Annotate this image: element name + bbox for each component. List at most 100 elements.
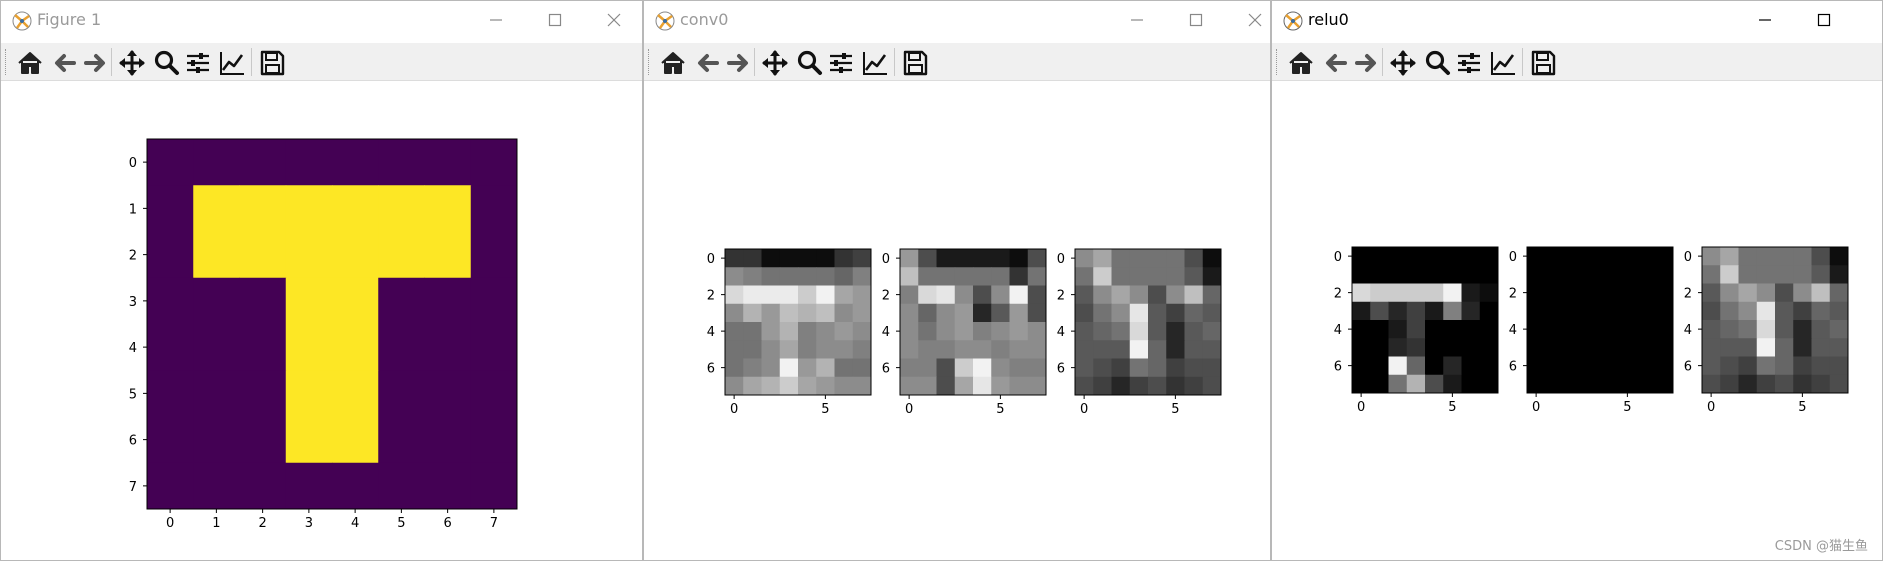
heatmap-cell [1027,249,1047,268]
heatmap-cell [1636,283,1656,303]
heatmap-cell [1793,338,1812,357]
heatmap-cell [470,462,518,510]
heatmap-cell [1027,322,1047,341]
heatmap-cell [1756,301,1776,321]
heatmap-cell [1636,374,1656,394]
heatmap-cell [470,277,518,325]
heatmap-cell [1600,338,1619,357]
y-tick-label: 2 [1509,287,1517,302]
heatmap-cell [1720,265,1739,284]
heatmap-cell [1563,338,1583,357]
heatmap-cell [378,462,425,510]
heatmap-cell [1829,301,1849,321]
heatmap-cell [285,462,333,510]
heatmap-cell [761,267,781,286]
heatmap-cell [1111,358,1131,378]
watermark: CSDN @猫生鱼 [1774,539,1868,554]
heatmap-cell [1202,285,1222,305]
heatmap-cell [1443,247,1462,266]
heatmap-cell [725,285,744,305]
heatmap-cell [239,370,287,417]
y-tick-label: 7 [129,480,137,495]
x-tick-label: 1 [212,516,220,531]
heatmap-cell [725,340,744,359]
heatmap-cell [378,370,425,417]
heatmap-cell [1166,340,1185,359]
heatmap-cell [1600,247,1619,266]
heatmap-cell [779,322,799,341]
heatmap-cell [1702,247,1721,266]
heatmap-cell [1618,374,1637,394]
heatmap-cell [1129,340,1149,359]
heatmap-cell [918,249,937,268]
heatmap-cell [798,340,817,359]
heatmap-cell [1009,358,1029,378]
heatmap-cell [798,267,817,286]
heatmap-cell [1075,376,1094,396]
heatmap-cell [1654,301,1674,321]
heatmap-cell [1370,374,1389,394]
heatmap-cell [834,322,854,341]
heatmap-cell [779,303,799,323]
heatmap-cell [1600,265,1619,284]
heatmap-cell [1425,356,1444,376]
heatmap-cell [1129,249,1149,268]
y-tick-label: 2 [707,289,715,304]
heatmap-cell [1720,374,1739,394]
heatmap-cell [1618,356,1637,376]
heatmap-cell [1202,303,1222,323]
heatmap-cell [147,416,194,464]
heatmap-cell [991,249,1010,268]
heatmap-cell [1618,247,1637,266]
y-tick-label: 1 [129,202,137,217]
heatmap-panel: 0 5 0 2 4 6 [1509,246,1674,415]
heatmap-cell [1738,356,1758,376]
heatmap-cell [852,376,872,396]
heatmap-cell [1166,322,1185,341]
heatmap-cell [1352,338,1371,357]
heatmap-cell [332,462,379,510]
heatmap-cell [1425,247,1444,266]
heatmap-cell [1093,322,1112,341]
heatmap-cell [1479,301,1499,321]
heatmap-cell [1027,376,1047,396]
heatmap-cell [1793,265,1812,284]
heatmap-cell [470,416,518,464]
heatmap-cell [470,370,518,417]
heatmap-cell [1093,340,1112,359]
heatmap-cell [1370,283,1389,303]
heatmap-cell [193,139,240,186]
heatmap-cell [470,139,518,186]
heatmap-cell [332,231,379,279]
heatmap-cell [1738,265,1758,284]
heatmap-cell [1027,358,1047,378]
heatmap-cell [900,376,919,396]
heatmap-cell [936,285,956,305]
heatmap-cell [1756,356,1776,376]
x-tick-label: 0 [1080,402,1088,417]
heatmap-cell [1027,285,1047,305]
heatmap-cell [1527,338,1546,357]
heatmap-cell [816,249,835,268]
heatmap-cell [1370,356,1389,376]
heatmap-cell [1563,265,1583,284]
heatmap-cell [332,324,379,371]
heatmap-cell [1129,322,1149,341]
heatmap-cell [1702,283,1721,303]
y-tick-label: 3 [129,295,137,310]
heatmap-cell [1654,247,1674,266]
x-tick-label: 6 [443,516,451,531]
heatmap-cell [1352,356,1371,376]
heatmap-cell [779,267,799,286]
heatmap-cell [1093,249,1112,268]
heatmap-cell [918,376,937,396]
heatmap-cell [725,249,744,268]
x-tick-label: 5 [1623,400,1631,415]
heatmap-cell [991,376,1010,396]
feature-map-plot: 0 5 0 2 4 6 0 5 0 2 4 6 0 5 0 2 4 6 [707,248,1222,417]
y-tick-label: 5 [129,387,137,402]
heatmap-cell [779,376,799,396]
heatmap-cell [1654,283,1674,303]
heatmap-cell [1720,247,1739,266]
x-tick-label: 5 [821,402,829,417]
